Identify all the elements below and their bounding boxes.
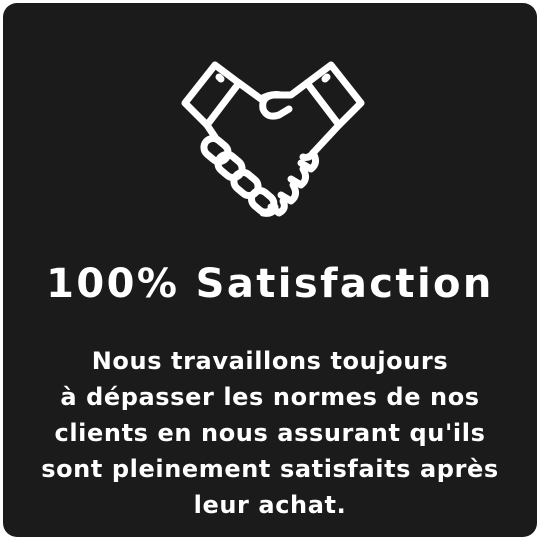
description-line: clients en nous assurant qu'ils: [54, 419, 486, 447]
satisfaction-card: 100% Satisfaction Nous travaillons toujo…: [3, 3, 537, 537]
description-line: sont pleinement satisfaits après: [41, 455, 499, 483]
handshake-icon: [163, 43, 383, 233]
card-description: Nous travaillons toujours à dépasser les…: [3, 343, 537, 523]
description-line: à dépasser les normes de nos: [60, 383, 480, 411]
card-title: 100% Satisfaction: [46, 261, 494, 307]
description-line: Nous travaillons toujours: [91, 347, 449, 375]
description-line: leur achat.: [193, 491, 347, 519]
